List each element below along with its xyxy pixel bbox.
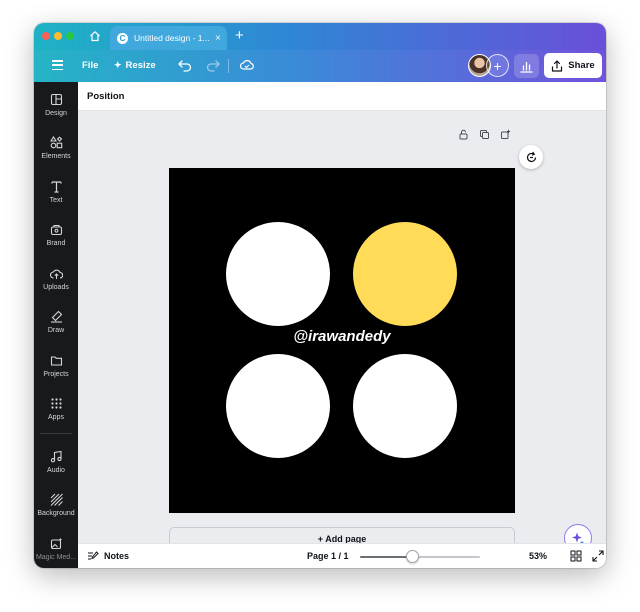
background-icon (49, 492, 63, 506)
zoom-slider-thumb[interactable] (406, 550, 420, 563)
zoom-percentage[interactable]: 53% (529, 551, 547, 561)
sidebar-item-label: Audio (47, 467, 65, 474)
toolbar-divider (228, 59, 229, 73)
resize-button[interactable]: ✦ Resize (114, 60, 156, 71)
sidebar-item-draw[interactable]: Draw (34, 309, 78, 347)
uploads-icon (49, 266, 63, 280)
tab-title: Untitled design - 1... (134, 33, 210, 43)
sidebar-divider (40, 433, 72, 434)
notes-button[interactable]: Notes (87, 550, 129, 562)
apps-icon (49, 396, 63, 410)
new-tab-button[interactable]: + (235, 28, 244, 44)
sidebar-item-apps[interactable]: Apps (34, 396, 78, 434)
handle-text[interactable]: @irawandedy (169, 328, 515, 345)
sidebar-item-label: Background (37, 510, 75, 517)
add-collaborator-button[interactable]: + (486, 54, 509, 77)
menu-icon[interactable] (50, 58, 64, 72)
draw-icon (49, 309, 63, 323)
crown-icon: ✦ (114, 60, 122, 70)
sidebar-item-label: Text (49, 197, 63, 204)
home-icon[interactable] (87, 28, 103, 44)
white-circle-bottom-right[interactable] (353, 354, 457, 458)
sidebar-item-background[interactable]: Background (34, 492, 78, 530)
editor-toolbar: File ✦ Resize + Share (34, 50, 606, 82)
sidebar-item-design[interactable]: Design (34, 92, 78, 130)
notes-icon (88, 551, 99, 560)
left-sidebar: Design Elements Text Brand Uploads Draw … (34, 82, 78, 568)
magic-media-icon (49, 536, 63, 550)
add-page-icon[interactable] (498, 127, 512, 141)
sidebar-item-brand[interactable]: Brand (34, 222, 78, 260)
footer-bar: Notes Page 1 / 1 53% (78, 543, 606, 568)
text-icon (49, 179, 63, 193)
white-circle-top-left[interactable] (226, 222, 330, 326)
grid-view-icon[interactable] (569, 549, 583, 563)
sidebar-item-label: Projects (43, 371, 69, 378)
elements-icon (49, 135, 63, 149)
maximize-window-button[interactable] (66, 32, 74, 40)
projects-icon (49, 353, 63, 367)
zoom-slider-fill (360, 556, 413, 558)
sidebar-item-uploads[interactable]: Uploads (34, 266, 78, 304)
browser-window: C Untitled design - 1... × + File ✦ Resi… (34, 23, 606, 568)
sidebar-item-label: Magic Med... (35, 554, 77, 561)
browser-tab[interactable]: C Untitled design - 1... × (110, 26, 227, 50)
browser-titlebar: C Untitled design - 1... × + (34, 23, 606, 50)
design-icon (49, 92, 63, 106)
brand-icon (49, 222, 63, 236)
lock-icon[interactable] (456, 127, 470, 141)
audio-icon (49, 449, 63, 463)
insights-icon[interactable] (514, 54, 539, 78)
minimize-window-button[interactable] (54, 32, 62, 40)
sidebar-item-elements[interactable]: Elements (34, 135, 78, 173)
sidebar-item-label: Draw (47, 327, 65, 334)
file-menu-button[interactable]: File (82, 60, 98, 71)
sidebar-item-magic-media[interactable]: Magic Med... (34, 536, 78, 568)
sidebar-item-label: Apps (48, 414, 64, 421)
duplicate-page-icon[interactable] (477, 127, 491, 141)
page-indicator[interactable]: Page 1 / 1 (307, 551, 349, 561)
sidebar-item-audio[interactable]: Audio (34, 449, 78, 487)
sidebar-item-label: Uploads (43, 284, 69, 291)
fullscreen-icon[interactable] (591, 549, 605, 563)
sidebar-item-label: Elements (41, 153, 71, 160)
canvas-area: @irawandedy + Add page ⌃ (78, 111, 606, 566)
redo-icon[interactable] (205, 57, 221, 73)
position-button[interactable]: Position (87, 91, 124, 102)
share-icon (552, 59, 563, 72)
share-button[interactable]: Share (544, 53, 602, 78)
tab-close-icon[interactable]: × (215, 33, 221, 44)
sidebar-item-label: Design (45, 110, 67, 117)
share-label: Share (568, 60, 595, 71)
close-window-button[interactable] (42, 32, 50, 40)
resize-label: Resize (125, 60, 156, 71)
design-page[interactable]: @irawandedy (169, 168, 515, 513)
yellow-circle-top-right[interactable] (353, 222, 457, 326)
canva-favicon-icon: C (117, 32, 128, 44)
refresh-comment-icon[interactable] (519, 145, 543, 169)
sidebar-item-text[interactable]: Text (34, 179, 78, 217)
cloud-save-icon[interactable] (239, 57, 255, 73)
notes-label: Notes (104, 551, 130, 561)
undo-icon[interactable] (177, 57, 193, 73)
sidebar-item-label: Brand (46, 240, 66, 247)
white-circle-bottom-left[interactable] (226, 354, 330, 458)
sidebar-item-projects[interactable]: Projects (34, 353, 78, 391)
context-toolbar: Position (78, 82, 606, 111)
zoom-slider[interactable] (360, 556, 480, 558)
